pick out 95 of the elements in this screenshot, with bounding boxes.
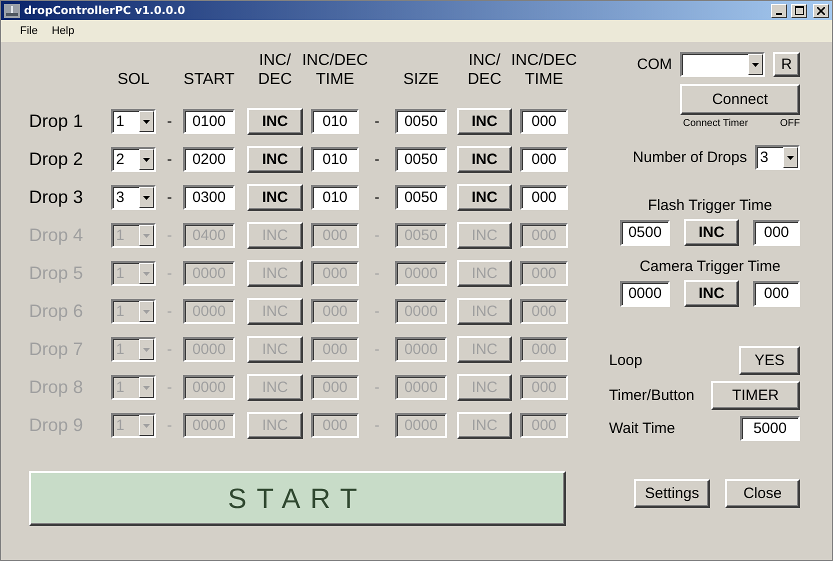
time-field[interactable]: 000	[520, 109, 568, 134]
dropdown-arrow-icon	[752, 62, 759, 66]
dash: -	[374, 379, 380, 396]
column-header: INC/ DEC	[258, 51, 292, 89]
drop-label: Drop 2	[29, 149, 84, 170]
time-field[interactable]: 010	[311, 109, 359, 134]
menu-item[interactable]: File	[13, 25, 45, 37]
dash: -	[374, 189, 380, 206]
dash: -	[374, 151, 380, 168]
dash: -	[167, 379, 172, 396]
dropdown-arrow-icon	[143, 234, 150, 238]
trigger-label: Camera Trigger Time	[640, 258, 780, 275]
close-button[interactable]	[813, 4, 829, 18]
wait-time-field[interactable]: 5000	[740, 416, 800, 441]
solenoid-dropdown[interactable]: 1	[111, 109, 156, 134]
dropdown-arrow-icon	[143, 272, 150, 276]
time-field[interactable]: 000	[520, 185, 568, 210]
dash: -	[167, 227, 172, 244]
connect-timer-status: OFF	[780, 118, 800, 129]
dash: -	[374, 303, 380, 320]
solenoid-dropdown[interactable]: 2	[111, 147, 156, 172]
trigger-start-field[interactable]: 0500	[620, 220, 670, 246]
com-label: COM	[637, 56, 672, 73]
drop-label: Drop 3	[29, 187, 84, 208]
inc-dec-button[interactable]: INC	[684, 280, 739, 307]
column-header: START	[184, 70, 234, 89]
option-label: Loop	[609, 352, 642, 369]
window-title: dropControllerPC v1.0.0.0	[24, 4, 186, 17]
time-field[interactable]: 000	[520, 147, 568, 172]
column-header: INC/DEC TIME	[302, 51, 368, 89]
inc-dec-button[interactable]: INC	[247, 108, 303, 135]
close-icon	[817, 6, 825, 14]
inc-dec-button[interactable]: INC	[247, 184, 303, 211]
start-field[interactable]: 0200	[183, 147, 235, 172]
dash: -	[167, 417, 172, 434]
trigger-time-field[interactable]: 000	[753, 280, 800, 306]
inc-dec-button[interactable]: INC	[457, 146, 512, 173]
refresh-button[interactable]: R	[773, 52, 800, 77]
com-dropdown[interactable]	[680, 52, 765, 77]
connect-timer-label: Connect Timer	[683, 118, 748, 129]
maximize-button[interactable]	[791, 4, 807, 18]
column-header: INC/DEC TIME	[511, 51, 577, 89]
start-button[interactable]: START	[29, 471, 566, 526]
dash: -	[374, 113, 380, 130]
dropdown-arrow-icon	[143, 120, 150, 124]
dash: -	[374, 341, 380, 358]
time-field[interactable]: 010	[311, 185, 359, 210]
close-window-button[interactable]: Close	[725, 479, 800, 508]
inc-dec-button[interactable]: INC	[247, 146, 303, 173]
size-field[interactable]: 0050	[395, 109, 447, 134]
trigger-start-field[interactable]: 0000	[620, 280, 670, 306]
trigger-time-field[interactable]: 000	[753, 220, 800, 246]
option-button[interactable]: YES	[739, 346, 800, 375]
dash: -	[167, 265, 172, 282]
option-button[interactable]: TIMER	[711, 381, 800, 410]
dash: -	[374, 227, 380, 244]
start-field[interactable]: 0100	[183, 109, 235, 134]
connect-button[interactable]: Connect	[680, 84, 800, 115]
size-field[interactable]: 0050	[395, 185, 447, 210]
dropdown-arrow-icon	[143, 424, 150, 428]
number-of-drops-label: Number of Drops	[632, 149, 747, 166]
option-label: Wait Time	[609, 420, 676, 437]
minimize-icon	[776, 12, 782, 14]
column-header: SIZE	[403, 70, 439, 89]
dash: -	[167, 113, 172, 130]
trigger-label: Flash Trigger Time	[648, 197, 772, 214]
dropdown-arrow-icon	[143, 386, 150, 390]
dash: -	[167, 303, 172, 320]
inc-dec-button[interactable]: INC	[684, 219, 739, 246]
app-icon	[4, 4, 20, 18]
dropdown-arrow-icon	[143, 310, 150, 314]
solenoid-dropdown[interactable]: 3	[111, 185, 156, 210]
column-header: SOL	[117, 70, 150, 89]
dash: -	[374, 265, 380, 282]
minimize-button[interactable]	[771, 4, 787, 18]
start-field[interactable]: 0300	[183, 185, 235, 210]
number-of-drops-dropdown[interactable]: 3	[755, 145, 800, 170]
dash: -	[167, 189, 172, 206]
settings-button[interactable]: Settings	[634, 479, 710, 508]
inc-dec-button[interactable]: INC	[457, 184, 512, 211]
size-field[interactable]: 0050	[395, 147, 447, 172]
column-header: INC/ DEC	[468, 51, 502, 89]
inc-dec-button[interactable]: INC	[457, 108, 512, 135]
dash: -	[167, 151, 172, 168]
dash: -	[167, 341, 172, 358]
dropdown-arrow-icon	[143, 196, 150, 200]
drop-label: Drop 1	[29, 111, 84, 132]
menu-item[interactable]: Help	[44, 25, 82, 37]
option-label: Timer/Button	[609, 387, 694, 404]
dropdown-arrow-icon	[143, 348, 150, 352]
dash: -	[374, 417, 380, 434]
dropdown-arrow-icon	[787, 156, 794, 160]
dropdown-arrow-icon	[143, 158, 150, 162]
time-field[interactable]: 010	[311, 147, 359, 172]
maximize-icon	[794, 6, 804, 15]
